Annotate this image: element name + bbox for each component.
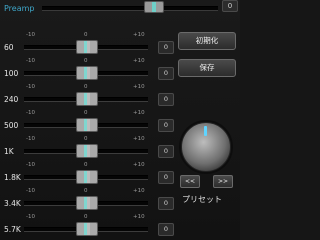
band-value-box: 0 [158,197,174,210]
tick-max-label: +10 [133,58,145,64]
band-frequency-label: 3.4K [4,199,21,208]
eq-band-500: -10 0 +10 500 0 [0,108,176,136]
band-slider-knob[interactable] [76,66,98,80]
save-button[interactable]: 保存 [178,59,236,77]
tick-min-label: -10 [26,136,35,142]
tick-min-label: -10 [26,58,35,64]
band-slider-knob[interactable] [76,144,98,158]
band-value-box: 0 [158,145,174,158]
eq-band-60: -10 0 +10 60 0 [0,30,176,58]
tick-max-label: +10 [133,188,145,194]
band-slider-knob[interactable] [76,196,98,210]
tick-mid-label: 0 [84,110,88,116]
eq-band-1k: -10 0 +10 1K 0 [0,134,176,162]
tick-mid-label: 0 [84,136,88,142]
tick-min-label: -10 [26,32,35,38]
preamp-label: Preamp [4,4,35,13]
band-slider-knob[interactable] [76,92,98,106]
band-slider-knob[interactable] [76,40,98,54]
tick-min-label: -10 [26,214,35,220]
band-value-box: 0 [158,67,174,80]
preset-label: プリセット [182,195,222,204]
tick-max-label: +10 [133,162,145,168]
eq-band-1-8k: -10 0 +10 1.8K 0 [0,160,176,188]
rotary-knob-icon[interactable] [181,122,231,172]
eq-band-5-7k: -10 0 +10 5.7K 0 [0,212,176,240]
band-value-box: 0 [158,119,174,132]
band-value-box: 0 [158,223,174,236]
initialize-button[interactable]: 初期化 [178,32,236,50]
band-frequency-label: 1K [4,147,14,156]
tick-min-label: -10 [26,188,35,194]
tick-min-label: -10 [26,84,35,90]
tick-min-label: -10 [26,110,35,116]
band-frequency-label: 60 [4,43,14,52]
tick-mid-label: 0 [84,84,88,90]
dial-indicator [204,126,207,136]
band-slider-knob[interactable] [76,170,98,184]
eq-band-100: -10 0 +10 100 0 [0,56,176,84]
tick-mid-label: 0 [84,32,88,38]
band-value-box: 0 [158,41,174,54]
tick-mid-label: 0 [84,58,88,64]
band-frequency-label: 240 [4,95,19,104]
tick-max-label: +10 [133,32,145,38]
band-value-box: 0 [158,171,174,184]
tick-max-label: +10 [133,84,145,90]
tick-max-label: +10 [133,214,145,220]
eq-band-3-4k: -10 0 +10 3.4K 0 [0,186,176,214]
band-frequency-label: 100 [4,69,19,78]
tick-min-label: -10 [26,162,35,168]
tick-mid-label: 0 [84,162,88,168]
tick-mid-label: 0 [84,188,88,194]
tick-mid-label: 0 [84,214,88,220]
band-frequency-label: 5.7K [4,225,21,234]
band-frequency-label: 500 [4,121,19,130]
band-slider-knob[interactable] [76,118,98,132]
band-slider-knob[interactable] [76,222,98,236]
next-preset-button[interactable]: >> [213,175,233,188]
preamp-value-box: 0 [222,0,238,12]
prev-preset-button[interactable]: << [180,175,200,188]
eq-band-240: -10 0 +10 240 0 [0,82,176,110]
band-frequency-label: 1.8K [4,173,21,182]
preamp-slider-track[interactable] [42,6,218,11]
tick-max-label: +10 [133,110,145,116]
tick-max-label: +10 [133,136,145,142]
band-value-box: 0 [158,93,174,106]
preamp-slider-knob[interactable] [144,1,164,13]
equalizer-screen: Preamp 0 -10 0 +10 60 0 -10 0 +10 100 0 … [0,0,240,240]
